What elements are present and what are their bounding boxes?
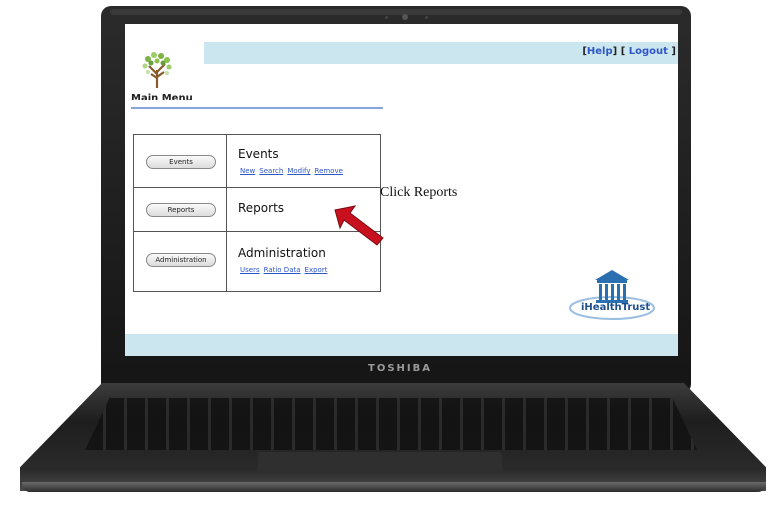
remove-link[interactable]: Remove <box>315 167 343 175</box>
tree-logo-icon <box>142 52 172 88</box>
reports-label: Reports <box>238 201 285 215</box>
divider <box>131 107 383 109</box>
keyboard <box>85 398 697 450</box>
events-links: New Search Modify Remove <box>240 167 347 175</box>
administration-links: Users Ratio Data Export <box>240 266 331 274</box>
sensor-dot <box>385 16 388 19</box>
instruction-callout: Click Reports <box>380 185 458 200</box>
screen: [Help] [ Logout ] Main Menu Events Event… <box>125 24 678 356</box>
ihealth-trust-logo-icon <box>569 270 655 320</box>
search-link[interactable]: Search <box>259 167 283 175</box>
menu-title: Main Menu <box>131 93 193 100</box>
export-link[interactable]: Export <box>305 266 328 274</box>
new-link[interactable]: New <box>240 167 255 175</box>
bezel-highlight <box>110 9 682 15</box>
help-link[interactable]: Help <box>587 46 613 57</box>
top-bar: [Help] [ Logout ] <box>204 42 678 64</box>
trackpad <box>258 452 502 472</box>
users-link[interactable]: Users <box>240 266 260 274</box>
brand-label: TOSHIBA <box>368 363 432 374</box>
reports-button[interactable]: Reports <box>146 203 216 217</box>
events-label: Events <box>238 147 279 161</box>
administration-label: Administration <box>238 246 326 260</box>
administration-button[interactable]: Administration <box>146 253 216 267</box>
modify-link[interactable]: Modify <box>287 167 310 175</box>
events-button[interactable]: Events <box>146 155 216 169</box>
logo-text-part2: Trust <box>621 302 651 313</box>
bottom-bar <box>125 334 678 356</box>
webcam-icon <box>402 14 408 20</box>
ihealth-trust-logo-text: iHealthTrust <box>581 302 650 313</box>
ratio-data-link[interactable]: Ratio Data <box>264 266 301 274</box>
pointer-arrow-icon <box>334 205 384 246</box>
logo-text-part1: iHealth <box>581 302 622 313</box>
sensor-dot <box>425 16 428 19</box>
logout-link[interactable]: Logout <box>629 46 668 57</box>
laptop-base-edge <box>22 482 766 492</box>
menu-row-events: Events Events New Search Modify Remove <box>134 135 380 188</box>
top-links: [Help] [ Logout ] <box>582 46 676 57</box>
